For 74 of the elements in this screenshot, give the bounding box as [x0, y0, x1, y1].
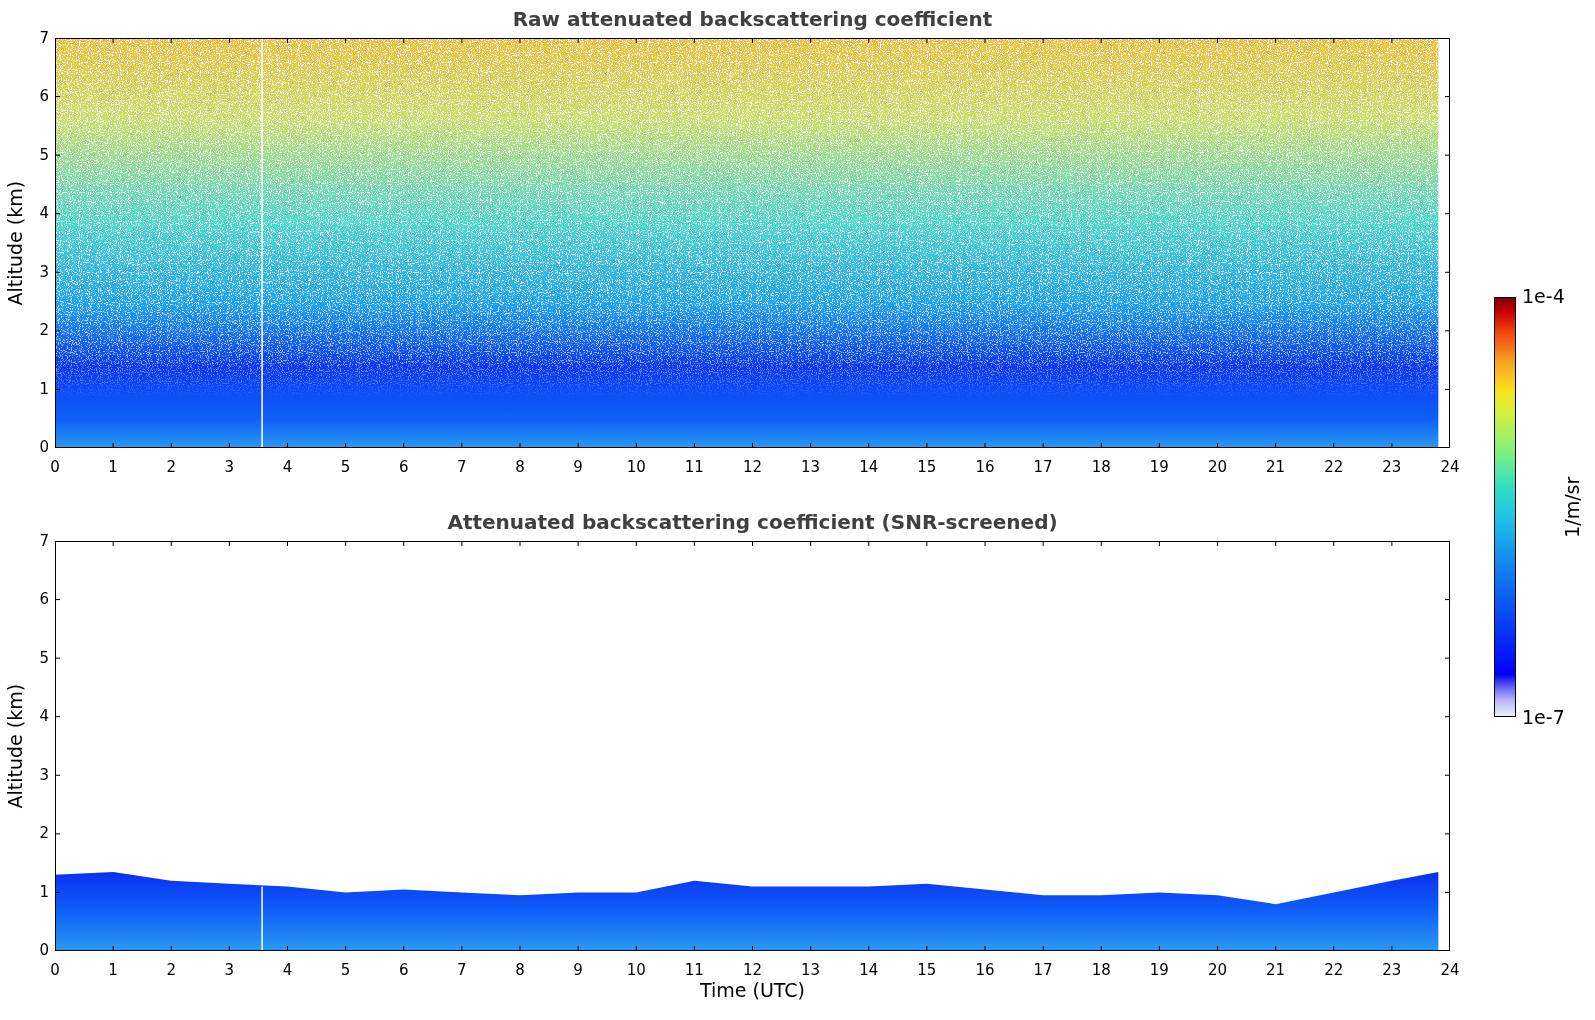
tick-label: 16 — [975, 460, 995, 472]
tick-label: 10 — [626, 963, 646, 975]
tick-label: 24 — [1440, 460, 1460, 472]
tick-label: 6 — [399, 460, 409, 472]
tick-label: 11 — [684, 963, 704, 975]
tick-label: 5 — [340, 963, 351, 975]
tick-label: 4 — [282, 963, 293, 975]
tick-label: 2 — [39, 323, 49, 339]
colorbar-max-label: 1e-4 — [1522, 287, 1566, 306]
tick-label: 4 — [39, 206, 49, 222]
tick-label: 0 — [50, 460, 60, 472]
tick-label: 0 — [39, 943, 49, 959]
tick-label: 3 — [224, 460, 235, 472]
axis-label: Altitude (km) — [2, 180, 27, 306]
tick-label: 23 — [1382, 460, 1402, 472]
tick-label: 6 — [39, 89, 49, 105]
tick-label: 15 — [917, 460, 937, 472]
tick-label: 1 — [39, 884, 49, 900]
tick-label: 19 — [1149, 460, 1169, 472]
tick-label: 15 — [917, 963, 937, 975]
tick-label: 18 — [1091, 963, 1111, 975]
tick-label: 22 — [1324, 460, 1344, 472]
tick-label: 14 — [859, 460, 879, 472]
tick-label: 1 — [39, 381, 49, 397]
tick-label: 7 — [39, 30, 49, 46]
chart-title: Attenuated backscattering coefficient (SNR-screened) — [447, 509, 1058, 536]
tick-label: 3 — [224, 963, 235, 975]
chart-title: Raw attenuated backscattering coefficient — [512, 6, 993, 33]
tick-label: 8 — [515, 460, 525, 472]
tick-label: 6 — [39, 592, 49, 608]
tick-label: 10 — [626, 460, 646, 472]
tick-label: 17 — [1033, 460, 1053, 472]
tick-label: 14 — [859, 963, 879, 975]
tick-label: 12 — [742, 460, 763, 472]
tick-label: 4 — [39, 709, 49, 725]
colorbar-unit-label: 1/m/sr — [1560, 476, 1585, 538]
tick-label: 5 — [340, 460, 351, 472]
tick-label: 9 — [573, 963, 583, 975]
tick-label: 16 — [975, 963, 995, 975]
tick-label: 8 — [515, 963, 525, 975]
tick-label: 21 — [1266, 963, 1286, 975]
tick-label: 6 — [399, 963, 409, 975]
tick-label: 11 — [684, 460, 704, 472]
tick-label: 20 — [1207, 460, 1228, 472]
tick-label: 18 — [1091, 460, 1111, 472]
tick-label: 3 — [39, 264, 49, 280]
tick-label: 7 — [457, 963, 467, 975]
tick-label: 23 — [1382, 963, 1402, 975]
tick-label: 1 — [108, 460, 118, 472]
tick-label: 21 — [1266, 460, 1286, 472]
tick-label: 19 — [1149, 963, 1169, 975]
tick-label: 3 — [39, 767, 49, 783]
tick-label: 12 — [742, 963, 763, 975]
tick-label: 20 — [1207, 963, 1228, 975]
tick-label: 9 — [573, 460, 583, 472]
tick-label: 0 — [39, 440, 49, 456]
colorbar-min-label: 1e-7 — [1522, 708, 1566, 727]
tick-label: 1 — [108, 963, 118, 975]
tick-label: 13 — [801, 460, 821, 472]
tick-label: 24 — [1440, 963, 1460, 975]
tick-label: 2 — [166, 460, 177, 472]
axis-label: Altitude (km) — [2, 683, 27, 809]
tick-label: 0 — [50, 963, 60, 975]
tick-label: 2 — [39, 826, 49, 842]
tick-label: 22 — [1324, 963, 1344, 975]
tick-label: 4 — [282, 460, 293, 472]
tick-label: 5 — [39, 147, 49, 163]
tick-label: 5 — [39, 650, 49, 666]
tick-label: 13 — [801, 963, 821, 975]
tick-label: 17 — [1033, 963, 1053, 975]
axis-label: Time (UTC) — [700, 977, 805, 1003]
tick-label: 7 — [457, 460, 467, 472]
tick-label: 7 — [39, 533, 49, 549]
tick-label: 2 — [166, 963, 177, 975]
